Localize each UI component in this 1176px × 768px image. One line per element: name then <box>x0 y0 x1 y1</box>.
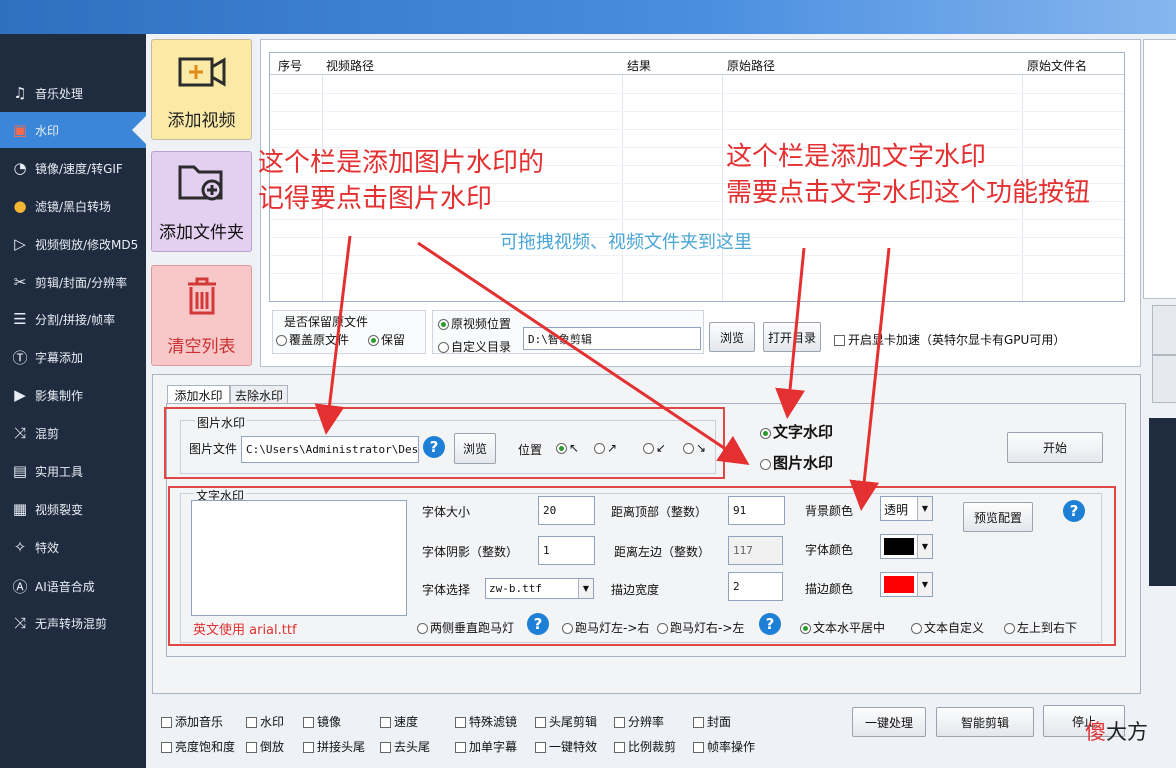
brand-logo-char: 傻 <box>1085 720 1106 744</box>
feature-checkbox-checks_row1-5[interactable]: 头尾剪辑 <box>535 713 597 730</box>
feature-checkbox-checks_row1-4[interactable]: 特殊滤镜 <box>455 713 517 730</box>
checkbox-indicator <box>246 717 257 728</box>
arrow-to-image-mode <box>417 241 750 466</box>
feature-checkbox-checks_row2-5[interactable]: 一键特效 <box>535 738 597 755</box>
checkbox-indicator <box>455 717 466 728</box>
arrow-to-image-group <box>314 235 352 435</box>
brand-logo-rest: 大方 <box>1106 720 1148 744</box>
feature-checkbox-checks_row2-4[interactable]: 加单字幕 <box>455 738 517 755</box>
checkbox-indicator <box>693 742 704 753</box>
arrow-to-text-group <box>849 247 891 511</box>
checkbox-indicator <box>303 717 314 728</box>
feature-checkbox-checks_row2-1[interactable]: 倒放 <box>246 738 284 755</box>
one-click-process-button[interactable]: 一键处理 <box>852 707 926 737</box>
feature-checkbox-checks_row2-7[interactable]: 帧率操作 <box>693 738 755 755</box>
arrow-to-text-mode <box>775 247 806 419</box>
checkbox-indicator <box>161 742 172 753</box>
checkbox-indicator <box>380 717 391 728</box>
checkbox-indicator <box>535 742 546 753</box>
smart-edit-button[interactable]: 智能剪辑 <box>936 707 1034 737</box>
checkbox-indicator <box>693 717 704 728</box>
feature-checkbox-checks_row1-3[interactable]: 速度 <box>380 713 418 730</box>
checkbox-indicator <box>455 742 466 753</box>
right-side-panel <box>1143 39 1176 299</box>
feature-checkbox-checks_row1-6[interactable]: 分辨率 <box>614 713 664 730</box>
brand-logo: 傻大方 <box>1085 716 1148 746</box>
feature-checkbox-checks_row2-2[interactable]: 拼接头尾 <box>303 738 365 755</box>
annotation-arrows <box>314 235 891 511</box>
right-side-button[interactable] <box>1152 355 1176 403</box>
feature-checkbox-checks_row1-0[interactable]: 添加音乐 <box>161 713 223 730</box>
checkbox-indicator <box>246 742 257 753</box>
checkbox-indicator <box>535 717 546 728</box>
feature-checkbox-checks_row1-1[interactable]: 水印 <box>246 713 284 730</box>
feature-checkbox-checks_row2-6[interactable]: 比例裁剪 <box>614 738 676 755</box>
checkbox-indicator <box>161 717 172 728</box>
checkbox-indicator <box>303 742 314 753</box>
right-side-dark-panel <box>1149 418 1176 586</box>
right-side-button[interactable] <box>1152 305 1176 355</box>
checkbox-indicator <box>614 717 625 728</box>
feature-checkbox-checks_row1-2[interactable]: 镜像 <box>303 713 341 730</box>
checkbox-indicator <box>380 742 391 753</box>
feature-checkbox-checks_row2-3[interactable]: 去头尾 <box>380 738 430 755</box>
checkbox-indicator <box>614 742 625 753</box>
feature-checkbox-checks_row2-0[interactable]: 亮度饱和度 <box>161 738 235 755</box>
feature-checkbox-checks_row1-7[interactable]: 封面 <box>693 713 731 730</box>
